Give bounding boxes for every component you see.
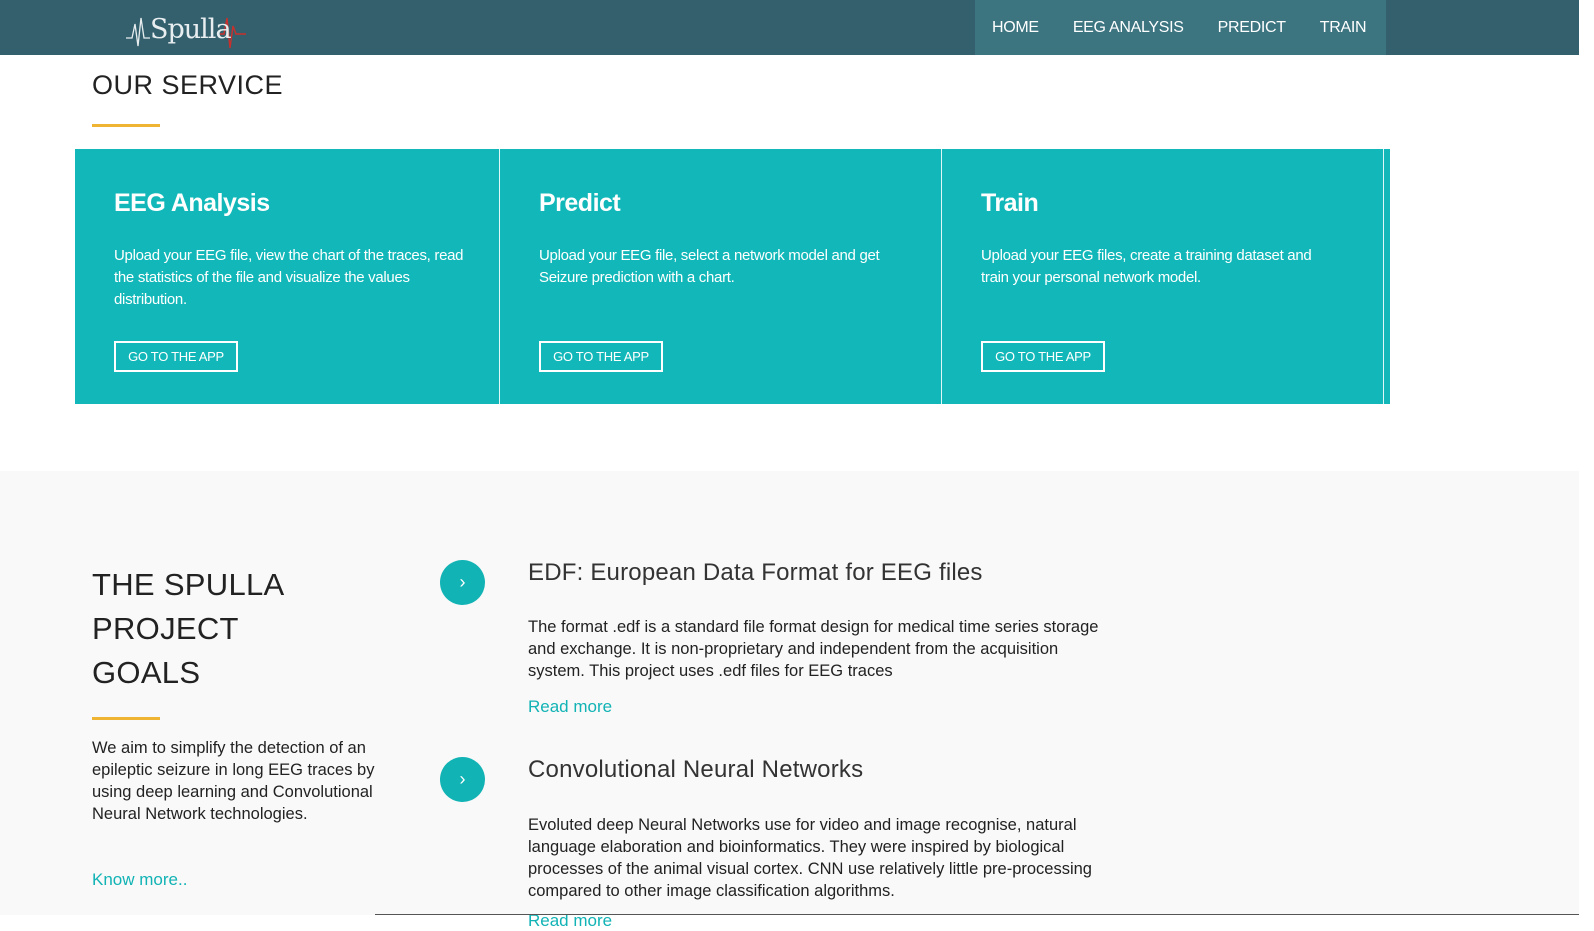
goals-title-line: THE SPULLA: [92, 567, 285, 602]
goal-item-title: Convolutional Neural Networks: [528, 756, 864, 783]
read-more-link[interactable]: Read more: [528, 697, 612, 717]
goals-title-line: PROJECT: [92, 611, 239, 646]
goal-item-title: EDF: European Data Format for EEG files: [528, 559, 983, 586]
card-eeg-analysis: EEG Analysis Upload your EEG file, view …: [75, 149, 499, 404]
card-text: Upload your EEG file, select a network m…: [539, 247, 880, 286]
goal-item-text: Evoluted deep Neural Networks use for vi…: [528, 816, 1092, 900]
goals-section: THE SPULLA PROJECT GOALS We aim to simpl…: [0, 471, 1594, 930]
card-title: Predict: [539, 189, 621, 217]
goals-title: THE SPULLA PROJECT GOALS: [92, 563, 285, 695]
main-nav: HOME EEG ANALYSIS PREDICT TRAIN: [975, 0, 1386, 55]
goals-title-line: GOALS: [92, 655, 201, 690]
goals-description: We aim to simplify the detection of an e…: [92, 739, 375, 823]
service-cards: EEG Analysis Upload your EEG file, view …: [75, 149, 1390, 404]
goals-title-underline: [92, 717, 160, 720]
card-title: EEG Analysis: [114, 189, 270, 217]
go-to-app-button[interactable]: GO TO THE APP: [114, 341, 238, 372]
nav-home[interactable]: HOME: [992, 19, 1039, 37]
logo-text: Spulla: [150, 14, 232, 45]
nav-predict[interactable]: PREDICT: [1218, 19, 1286, 37]
card-train: Train Upload your EEG files, create a tr…: [942, 149, 1383, 404]
goal-item-text: The format .edf is a standard file forma…: [528, 618, 1099, 680]
service-title-underline: [92, 124, 160, 127]
chevron-right-icon[interactable]: ›: [440, 560, 485, 605]
go-to-app-button[interactable]: GO TO THE APP: [539, 341, 663, 372]
nav-train[interactable]: TRAIN: [1320, 19, 1367, 37]
card-text: Upload your EEG files, create a training…: [981, 247, 1312, 286]
card-text: Upload your EEG file, view the chart of …: [114, 247, 464, 308]
go-to-app-button[interactable]: GO TO THE APP: [981, 341, 1105, 372]
chevron-right-icon[interactable]: ›: [440, 757, 485, 802]
page-scrollbar[interactable]: [1579, 0, 1594, 915]
card-title: Train: [981, 189, 1039, 217]
nav-eeg-analysis[interactable]: EEG ANALYSIS: [1073, 19, 1184, 37]
spulla-logo[interactable]: Spulla: [124, 4, 254, 52]
know-more-link[interactable]: Know more..: [92, 870, 187, 890]
service-title: OUR SERVICE: [92, 70, 284, 100]
top-navbar: Spulla HOME EEG ANALYSIS PREDICT TRAIN: [0, 0, 1594, 55]
card-divider: [1383, 149, 1384, 404]
card-predict: Predict Upload your EEG file, select a n…: [500, 149, 941, 404]
